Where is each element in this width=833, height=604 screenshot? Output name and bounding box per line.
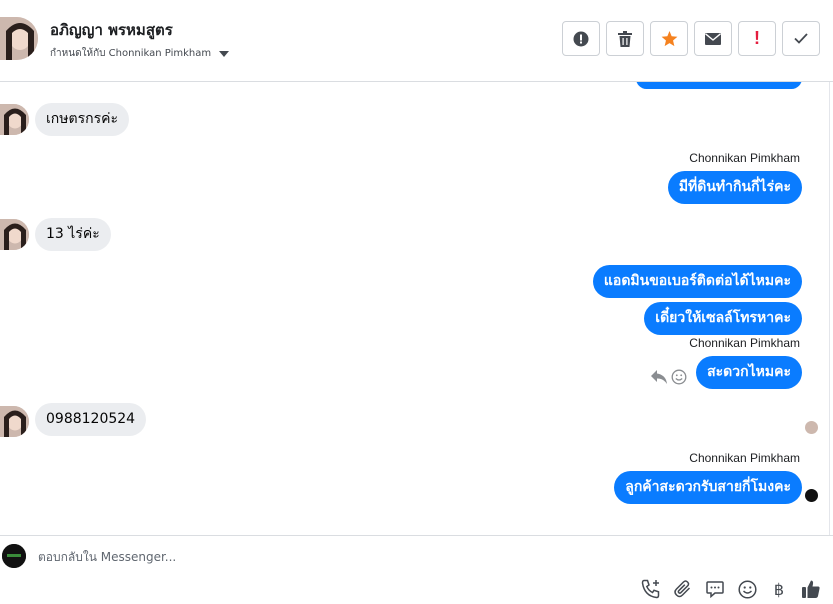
paperclip-icon bbox=[674, 580, 691, 598]
incoming-message: เกษตรกรค่ะ bbox=[35, 103, 129, 136]
conversation-header: อภิญญา พรหมสูตร กำหนดให้กับ Chonnikan Pi… bbox=[0, 0, 833, 82]
message-thread[interactable]: เกษตรกรค่ะ Chonnikan Pimkham มีที่ดินทำก… bbox=[0, 82, 833, 535]
info-button[interactable] bbox=[562, 21, 600, 56]
spam-icon: ! bbox=[754, 28, 760, 48]
seen-avatar bbox=[805, 489, 818, 502]
outgoing-message: ลูกค้าสะดวกรับสายกี่โมงคะ bbox=[614, 471, 802, 504]
chevron-down-icon bbox=[219, 50, 230, 57]
outgoing-message: แอดมินขอเบอร์ติดต่อได้ไหมคะ bbox=[592, 265, 802, 298]
baht-icon: ฿ bbox=[773, 579, 785, 599]
thumbs-up-icon bbox=[802, 580, 820, 598]
message-icon bbox=[706, 581, 724, 598]
reply-input[interactable] bbox=[30, 546, 590, 568]
outgoing-message: เดี๋ยวให้เซลล์โทรหาคะ bbox=[644, 302, 802, 335]
avatar bbox=[0, 104, 29, 135]
phone-add-icon bbox=[641, 579, 660, 599]
outgoing-message: มีที่ดินทำกินกี่ไร่คะ bbox=[667, 171, 802, 204]
assignee-dropdown[interactable]: กำหนดให้กับ Chonnikan Pimkham bbox=[50, 46, 230, 61]
attach-button[interactable] bbox=[672, 578, 694, 600]
composer: ฿ bbox=[0, 535, 833, 604]
message-actions bbox=[651, 369, 687, 385]
mark-unread-button[interactable] bbox=[694, 21, 732, 56]
envelope-icon bbox=[705, 32, 721, 45]
reply-icon[interactable] bbox=[651, 370, 667, 384]
delete-button[interactable] bbox=[606, 21, 644, 56]
saved-replies-button[interactable] bbox=[704, 578, 726, 600]
check-icon bbox=[794, 33, 808, 44]
avatar bbox=[0, 219, 29, 250]
sender-name: Chonnikan Pimkham bbox=[689, 336, 800, 350]
incoming-message: 13 ไร่ค่ะ bbox=[35, 218, 111, 251]
sender-name: Chonnikan Pimkham bbox=[689, 151, 800, 165]
phone-add-button[interactable] bbox=[640, 578, 662, 600]
star-icon bbox=[661, 30, 677, 46]
page-avatar bbox=[2, 544, 26, 568]
emoji-button[interactable] bbox=[736, 578, 758, 600]
trash-icon bbox=[618, 30, 632, 47]
star-button[interactable] bbox=[650, 21, 688, 56]
incoming-message: 0988120524 bbox=[35, 403, 147, 436]
scrollbar[interactable] bbox=[829, 82, 833, 535]
avatar bbox=[0, 406, 29, 437]
outgoing-message: สะดวกไหมคะ bbox=[696, 356, 802, 389]
toolbar: ! bbox=[562, 21, 820, 56]
sender-name: Chonnikan Pimkham bbox=[689, 451, 800, 465]
like-button[interactable] bbox=[800, 578, 822, 600]
payment-button[interactable]: ฿ bbox=[768, 578, 790, 600]
spam-button[interactable]: ! bbox=[738, 21, 776, 56]
read-receipt-avatar bbox=[805, 421, 818, 434]
assignee-label: กำหนดให้กับ Chonnikan Pimkham bbox=[50, 48, 212, 59]
info-icon bbox=[573, 31, 589, 46]
composer-actions: ฿ bbox=[640, 578, 822, 600]
emoji-icon bbox=[737, 579, 757, 599]
message-bubble-partial bbox=[636, 82, 802, 89]
done-button[interactable] bbox=[782, 21, 820, 56]
emoji-reaction-icon[interactable] bbox=[671, 369, 687, 385]
avatar[interactable] bbox=[0, 17, 38, 60]
contact-name: อภิญญา พรหมสูตร bbox=[50, 21, 173, 39]
